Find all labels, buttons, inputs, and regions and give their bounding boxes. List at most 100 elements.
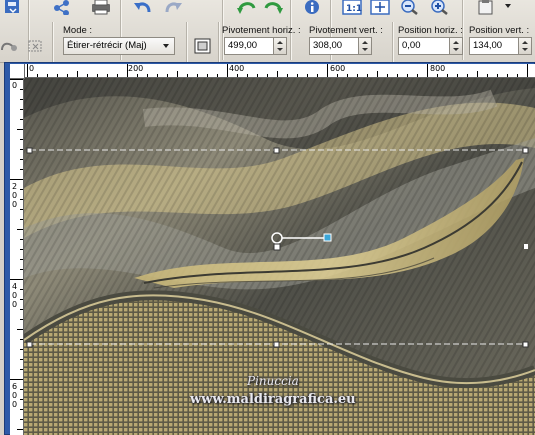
ruler-tick xyxy=(147,74,148,77)
toolbar-separator xyxy=(218,22,220,62)
ruler-tick xyxy=(20,209,23,210)
ruler-tick xyxy=(427,64,428,77)
pos-v-input[interactable]: 134,00 xyxy=(469,37,519,55)
ruler-tick xyxy=(37,74,38,77)
ruler-tick xyxy=(17,129,23,130)
watermark-name: Pinuccia xyxy=(247,374,299,388)
pos-h-input[interactable]: 0,00 xyxy=(398,37,450,55)
pivot-h-stepper[interactable] xyxy=(273,37,287,55)
ruler-tick xyxy=(10,379,23,380)
mode-label: Mode : xyxy=(63,25,93,36)
ruler-tick xyxy=(20,249,23,250)
pos-h-label: Position horiz. : xyxy=(398,25,463,36)
ruler-tick xyxy=(20,369,23,370)
ruler-tick xyxy=(20,309,23,310)
ruler-tick xyxy=(20,389,23,390)
ruler-tick xyxy=(247,74,248,77)
pivot-v-stepper[interactable] xyxy=(358,37,372,55)
ruler-tick xyxy=(287,74,288,77)
undo-icon[interactable] xyxy=(132,0,154,17)
ruler-tick xyxy=(477,71,478,77)
ruler-tick xyxy=(277,71,278,77)
ruler-tick xyxy=(20,109,23,110)
redo-icon[interactable] xyxy=(162,0,184,17)
ruler-horizontal: 0 200 400 600 800 xyxy=(10,64,535,78)
ruler-tick xyxy=(467,74,468,77)
svg-text:1:1: 1:1 xyxy=(346,4,362,14)
ruler-tick xyxy=(17,229,23,230)
toolbar-separator xyxy=(186,22,188,62)
ruler-tick xyxy=(20,119,23,120)
pivot-h-label: Pivotement horiz. : xyxy=(222,25,301,36)
reset-icon[interactable] xyxy=(26,38,48,55)
toolbar-separator xyxy=(52,22,54,62)
fit-window-icon[interactable] xyxy=(370,0,392,17)
ruler-tick xyxy=(337,74,338,77)
mode-select[interactable]: Étirer-rétrécir (Maj) xyxy=(63,37,175,55)
ruler-tick xyxy=(47,74,48,77)
ruler-label: 400 xyxy=(229,64,245,73)
ruler-label: 600 xyxy=(330,64,346,73)
ruler-vertical: 0 200 400 600 xyxy=(10,77,24,435)
ruler-tick xyxy=(137,74,138,77)
ruler-tick xyxy=(397,74,398,77)
ruler-label: 800 xyxy=(430,64,446,73)
info-icon[interactable] xyxy=(302,0,324,17)
pos-v-stepper[interactable] xyxy=(518,37,532,55)
ruler-tick xyxy=(117,74,118,77)
pos-h-stepper[interactable] xyxy=(449,37,463,55)
tool-options-toolbar: 1:1 Mode : Étirer-rétrécir (Maj) Pivotem… xyxy=(0,0,535,63)
ruler-tick xyxy=(407,74,408,77)
transform-reset-icon[interactable] xyxy=(193,37,215,54)
preset-icon[interactable] xyxy=(0,38,22,55)
rotate-left-icon[interactable] xyxy=(236,0,258,17)
ruler-tick xyxy=(20,169,23,170)
zoom-in-icon[interactable] xyxy=(430,0,452,17)
ruler-tick xyxy=(307,74,308,77)
ruler-tick xyxy=(20,319,23,320)
ruler-tick xyxy=(10,279,23,280)
ruler-tick xyxy=(127,64,128,77)
ruler-tick xyxy=(387,74,388,77)
save-as-icon[interactable] xyxy=(2,0,24,17)
ruler-tick xyxy=(20,359,23,360)
ruler-tick xyxy=(187,74,188,77)
pivot-v-label: Pivotement vert. : xyxy=(309,25,383,36)
ruler-label: 600 xyxy=(12,382,18,409)
chevron-down-icon xyxy=(163,44,169,48)
image-canvas[interactable]: Pinuccia www.maldiragrafica.eu xyxy=(24,78,535,435)
ruler-tick xyxy=(327,64,328,77)
ruler-tick xyxy=(27,64,28,77)
clipboard-dropdown-icon[interactable] xyxy=(505,4,511,8)
ruler-tick xyxy=(497,74,498,77)
pivot-h-input[interactable]: 499,00 xyxy=(224,37,274,55)
ruler-tick xyxy=(97,74,98,77)
ruler-tick xyxy=(20,89,23,90)
ruler-tick xyxy=(177,71,178,77)
ruler-tick xyxy=(227,64,228,77)
ruler-tick xyxy=(517,74,518,77)
ruler-label: 0 xyxy=(29,64,35,73)
share-icon[interactable] xyxy=(52,0,74,17)
zoom-out-icon[interactable] xyxy=(400,0,422,17)
actual-size-icon[interactable]: 1:1 xyxy=(342,0,364,17)
ruler-tick xyxy=(67,74,68,77)
print-icon[interactable] xyxy=(90,0,112,17)
ruler-tick xyxy=(297,74,298,77)
ruler-corner xyxy=(10,64,25,79)
ruler-tick xyxy=(10,79,23,80)
ruler-tick xyxy=(377,71,378,77)
ruler-tick xyxy=(20,399,23,400)
ruler-tick xyxy=(157,74,158,77)
rotate-right-icon[interactable] xyxy=(262,0,284,17)
ruler-tick xyxy=(197,74,198,77)
ruler-tick xyxy=(417,74,418,77)
ruler-tick xyxy=(20,189,23,190)
ruler-tick xyxy=(487,74,488,77)
ruler-label: 200 xyxy=(12,182,18,209)
clipboard-icon[interactable] xyxy=(476,0,498,17)
ruler-tick xyxy=(20,259,23,260)
ruler-label: 200 xyxy=(128,64,144,73)
ruler-tick xyxy=(17,329,23,330)
pivot-v-input[interactable]: 308,00 xyxy=(309,37,359,55)
